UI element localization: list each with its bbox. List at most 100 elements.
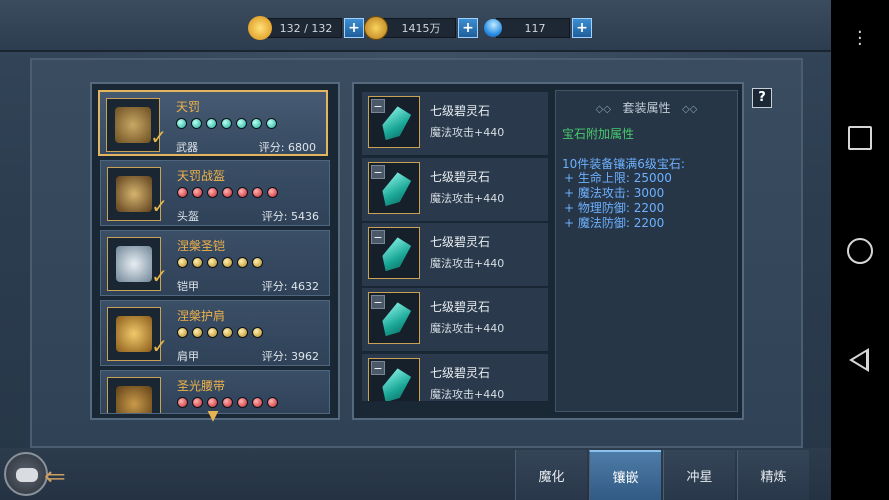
- checkmark-icon: ✓: [151, 264, 168, 288]
- gem-slot-icon: [192, 187, 203, 198]
- equipment-type: 铠甲: [177, 280, 199, 293]
- equipment-name: 天罚: [176, 100, 201, 114]
- coin-icon: [364, 16, 388, 40]
- equipment-name: 涅槃圣铠: [177, 239, 226, 253]
- remove-gem-button[interactable]: −: [371, 99, 385, 113]
- gem-slots: [177, 397, 278, 408]
- tab-enchant[interactable]: 魔化: [515, 450, 587, 500]
- gem-stat: 魔法攻击+440: [430, 322, 505, 335]
- gem-stat: 魔法攻击+440: [430, 126, 505, 139]
- gem-slot-icon: [236, 118, 247, 129]
- set-bonus-title-row: ◇◇ 套装属性 ◇◇: [556, 99, 737, 116]
- back-button[interactable]: [4, 452, 48, 496]
- gem-slot-icon: [252, 327, 263, 338]
- gem-slots: [177, 257, 263, 268]
- shoulder-armor-icon: [116, 316, 152, 352]
- android-nav-bar: · · ·: [831, 0, 889, 500]
- helmet-icon: [116, 176, 152, 212]
- gem-thumbnail: −: [368, 358, 420, 401]
- diamond-resource: 117 +: [480, 15, 592, 41]
- top-resource-bar: 132 / 132 + 1415万 + 117 +: [0, 0, 831, 52]
- tab-refine[interactable]: 精炼: [737, 450, 809, 500]
- home-icon[interactable]: [847, 238, 873, 264]
- gem-slot-icon: [207, 327, 218, 338]
- equipment-thumbnail: [107, 377, 161, 413]
- gem-slots: [177, 327, 263, 338]
- gem-row[interactable]: − 七级碧灵石 魔法攻击+440: [362, 92, 548, 156]
- tab-star[interactable]: 冲星: [663, 450, 735, 500]
- equipment-score: 评分: 5436: [261, 210, 319, 223]
- gem-slot-icon: [237, 327, 248, 338]
- equipment-card[interactable]: ✓ 天罚战盔 头盔 评分: 5436: [100, 160, 330, 226]
- gem-row[interactable]: − 七级碧灵石 魔法攻击+440: [362, 354, 548, 402]
- gem-stat: 魔法攻击+440: [430, 257, 505, 270]
- help-button[interactable]: ?: [752, 88, 772, 108]
- gem-row[interactable]: − 七级碧灵石 魔法攻击+440: [362, 288, 548, 352]
- lightning-icon: [248, 16, 272, 40]
- gem-slot-icon: [192, 327, 203, 338]
- gem-name: 七级碧灵石: [430, 170, 491, 184]
- gem-thumbnail: −: [368, 227, 420, 279]
- add-energy-button[interactable]: +: [344, 18, 364, 38]
- energy-value: 132 / 132: [266, 18, 342, 38]
- remove-gem-button[interactable]: −: [371, 165, 385, 179]
- gem-row[interactable]: − 七级碧灵石 魔法攻击+440: [362, 223, 548, 287]
- back-nav-icon[interactable]: [849, 348, 869, 372]
- armor-icon: [116, 246, 152, 282]
- set-bonus-stat: + 物理防御: 2200: [564, 201, 665, 215]
- set-bonus-stat: + 魔法防御: 2200: [564, 216, 665, 230]
- gold-value: 1415万: [382, 18, 456, 38]
- overflow-menu-icon[interactable]: · · ·: [857, 24, 863, 54]
- add-gold-button[interactable]: +: [458, 18, 478, 38]
- equipment-thumbnail: ✓: [107, 237, 168, 291]
- gem-slot-icon: [222, 257, 233, 268]
- gem-name: 七级碧灵石: [430, 235, 491, 249]
- equipment-name: 圣光腰带: [177, 379, 226, 393]
- diamond-ornament-icon: ◇◇: [681, 104, 698, 115]
- gamepad-icon: [16, 468, 38, 482]
- gem-slot-icon: [267, 397, 278, 408]
- gem-slot-icon: [207, 397, 218, 408]
- gem-slot-icon: [191, 118, 202, 129]
- gem-slot-icon: [206, 118, 217, 129]
- gem-thumbnail: −: [368, 292, 420, 344]
- chevron-down-icon[interactable]: ▼: [200, 408, 226, 424]
- gem-slot-icon: [177, 187, 188, 198]
- set-bonus-stat: + 魔法攻击: 3000: [564, 186, 665, 200]
- checkmark-icon: ✓: [150, 125, 167, 149]
- gem-name: 七级碧灵石: [430, 366, 491, 380]
- add-diamond-button[interactable]: +: [572, 18, 592, 38]
- equipment-score: 评分: 4632: [261, 280, 319, 293]
- gold-resource: 1415万 +: [364, 16, 478, 40]
- gem-slot-icon: [222, 397, 233, 408]
- remove-gem-button[interactable]: −: [371, 230, 385, 244]
- set-bonus-title: 套装属性: [622, 101, 671, 115]
- gem-name: 七级碧灵石: [430, 300, 491, 314]
- gem-stat: 魔法攻击+440: [430, 388, 505, 401]
- equipment-name: 涅槃护肩: [177, 309, 226, 323]
- remove-gem-button[interactable]: −: [371, 295, 385, 309]
- gem-slot-icon: [251, 118, 262, 129]
- checkmark-icon: ✓: [151, 334, 168, 358]
- remove-gem-button[interactable]: −: [371, 361, 385, 375]
- set-bonus-stat: + 生命上限: 25000: [564, 171, 672, 185]
- gem-slot-icon: [222, 187, 233, 198]
- gem-slot-icon: [252, 187, 263, 198]
- equipment-card[interactable]: ✓ 天罚 武器 评分: 6800: [98, 90, 328, 156]
- back-arrow-icon[interactable]: ⇐: [44, 462, 66, 492]
- gem-slot-icon: [221, 118, 232, 129]
- gem-row[interactable]: − 七级碧灵石 魔法攻击+440: [362, 158, 548, 222]
- set-bonus-stats: + 生命上限: 25000 + 魔法攻击: 3000 + 物理防御: 2200 …: [564, 171, 672, 231]
- gem-slots: [177, 187, 278, 198]
- recents-icon[interactable]: [848, 126, 872, 150]
- equipment-card[interactable]: ✓ 涅槃圣铠 铠甲 评分: 4632: [100, 230, 330, 296]
- gem-slot-icon: [207, 257, 218, 268]
- gem-slot-icon: [177, 327, 188, 338]
- gem-slot-icon: [192, 257, 203, 268]
- checkmark-icon: ✓: [151, 194, 168, 218]
- equipment-thumbnail: ✓: [107, 167, 168, 221]
- equipment-card[interactable]: ✓ 涅槃护肩 肩甲 评分: 3962: [100, 300, 330, 366]
- tab-inlay[interactable]: 镶嵌: [589, 450, 661, 500]
- belt-icon: [116, 386, 152, 413]
- gem-slot-icon: [192, 397, 203, 408]
